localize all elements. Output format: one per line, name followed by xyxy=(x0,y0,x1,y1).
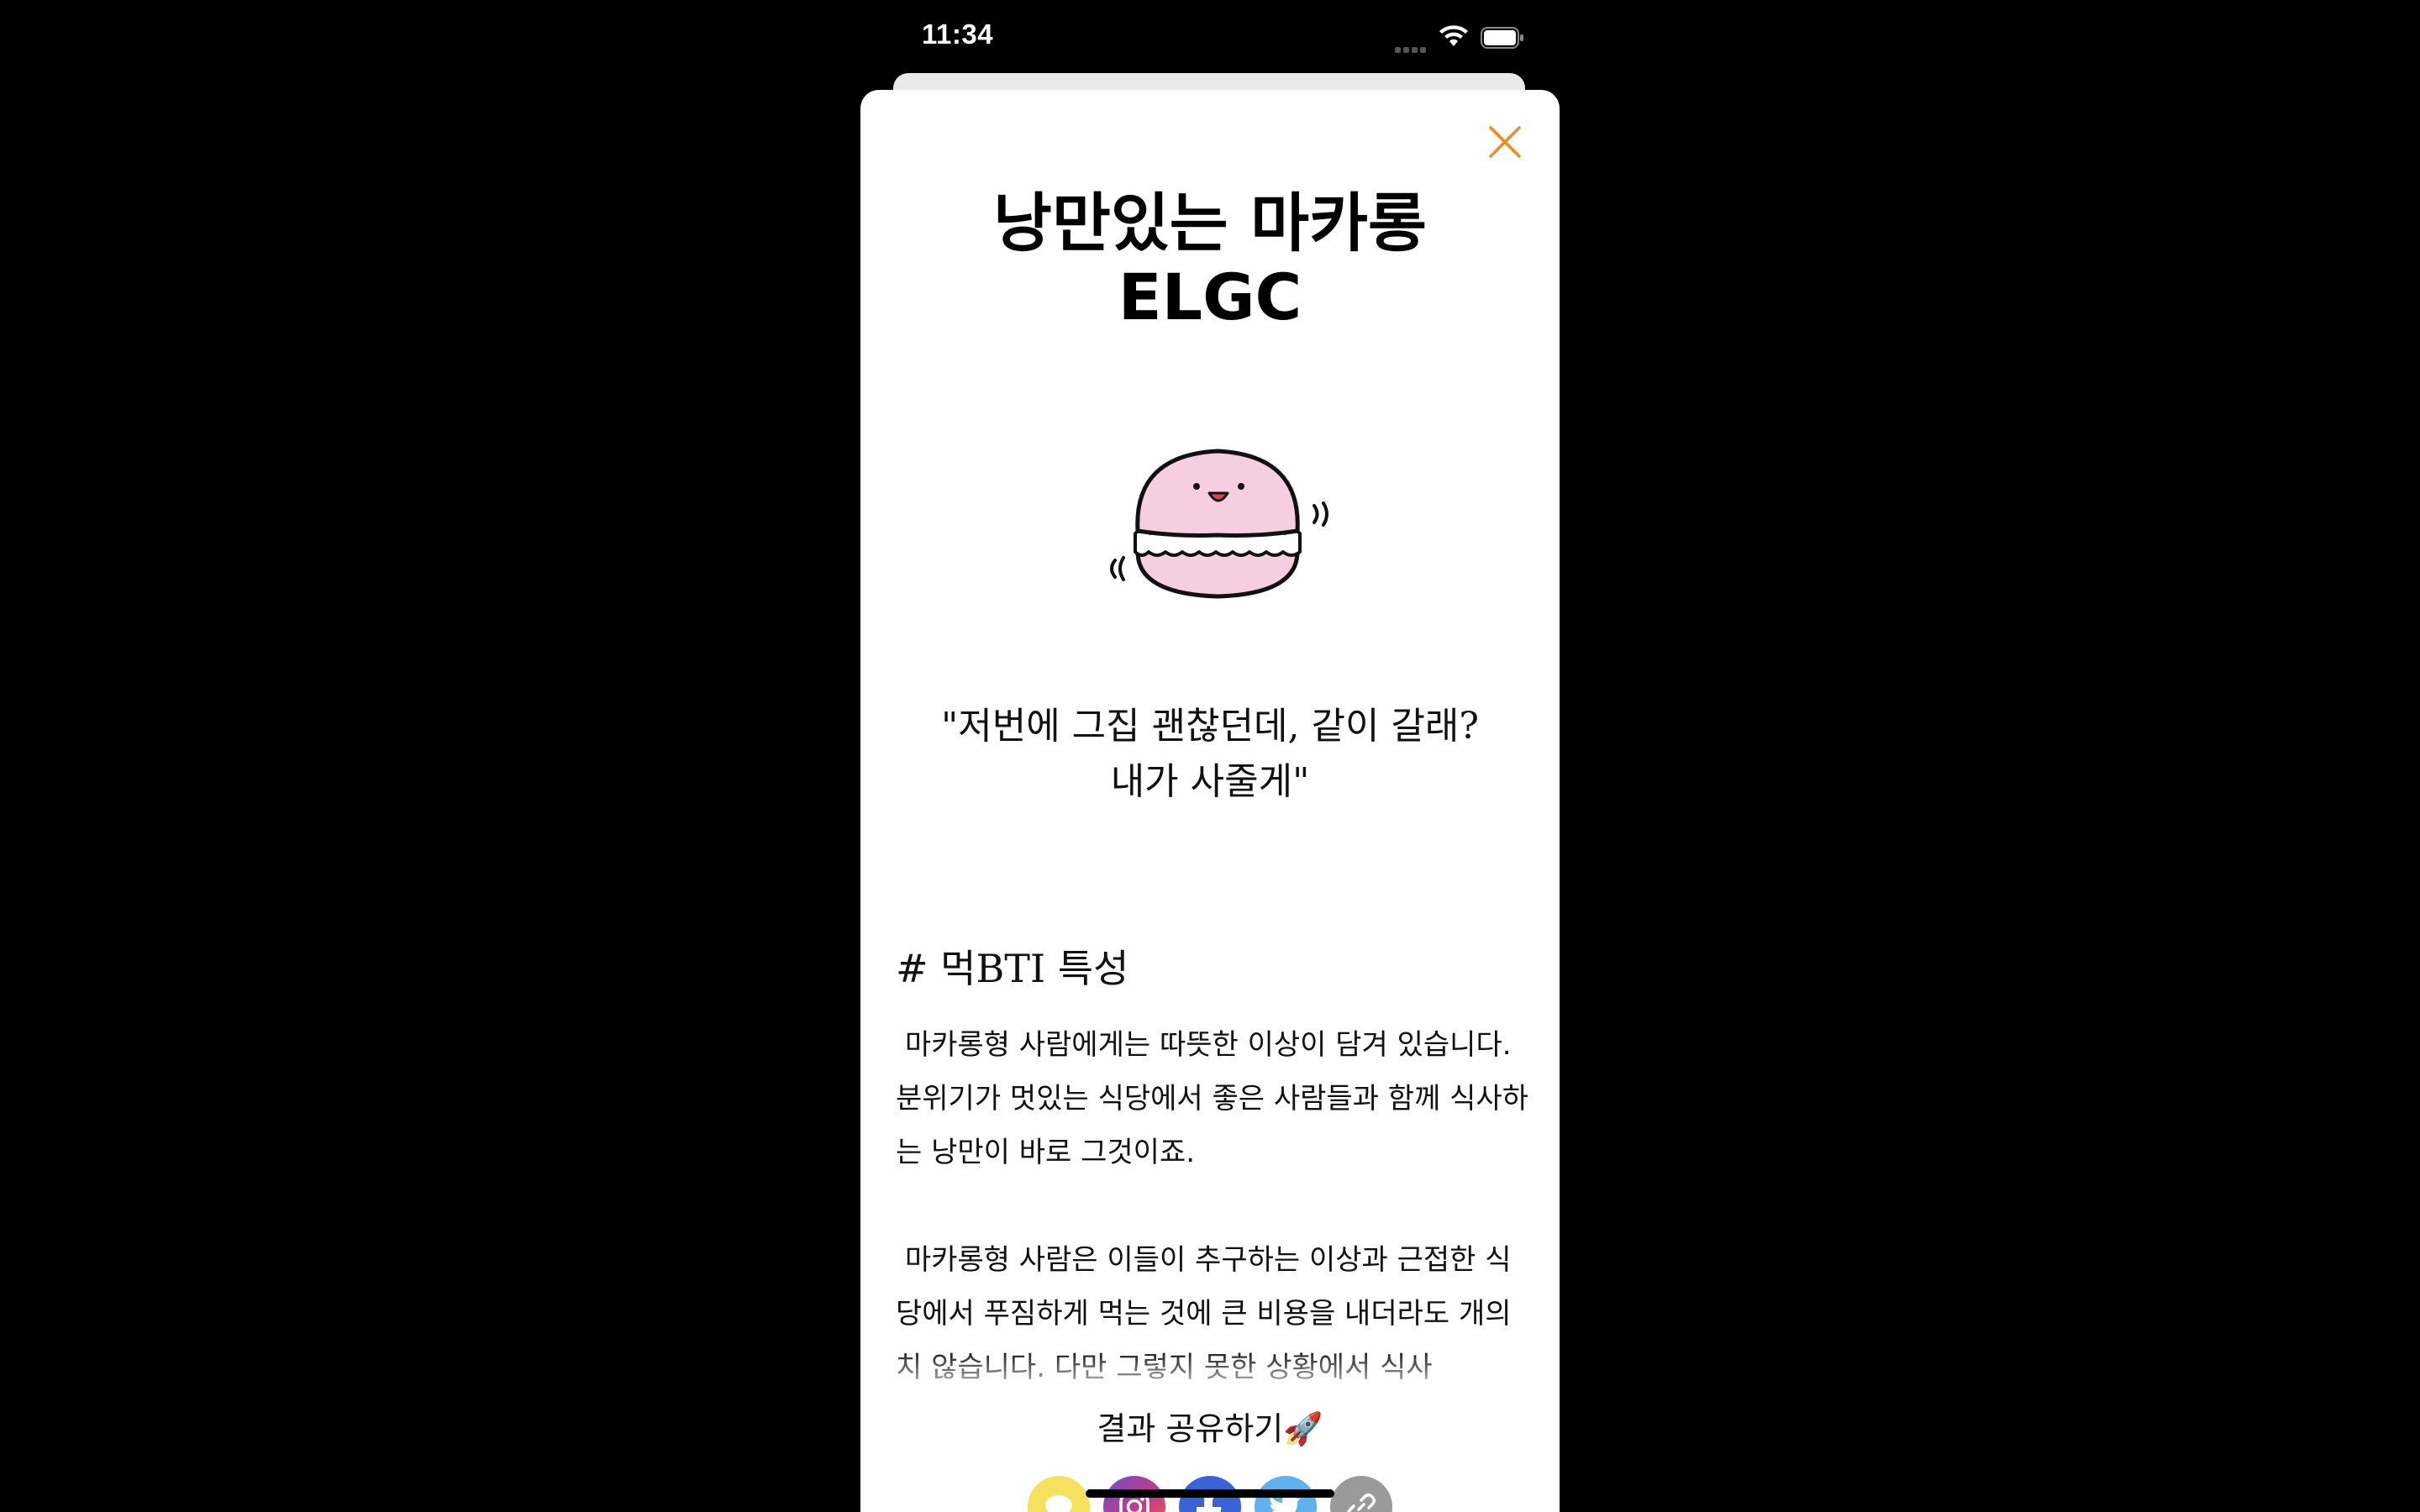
result-title: 낭만있는 마카롱 ELGC xyxy=(860,186,1560,334)
macaron-illustration xyxy=(1110,449,1328,599)
share-label: 결과 공유하기🚀 xyxy=(1097,1410,1323,1447)
result-type-code: ELGC xyxy=(1118,260,1302,334)
traits-paragraph-1: 마카롱형 사람에게는 따뜻한 이상이 담겨 있습니다. 분위기가 멋있는 식당에… xyxy=(896,1028,1529,1169)
copy-link-button[interactable] xyxy=(1330,1476,1392,1512)
home-indicator[interactable] xyxy=(1086,1489,1334,1498)
close-icon[interactable] xyxy=(1482,119,1528,165)
result-title-line1: 낭만있는 마카롱 xyxy=(993,186,1427,260)
wifi-icon xyxy=(1439,25,1468,46)
traits-description: 마카롱형 사람에게는 따뜻한 이상이 담겨 있습니다. 분위기가 멋있는 식당에… xyxy=(896,1018,1534,1394)
kakao-share-button[interactable] xyxy=(1028,1476,1090,1512)
result-modal: 낭만있는 마카롱 ELGC "저번에 그집 괜찮던데, 같이 갈래? 내가 사줄… xyxy=(860,90,1560,1512)
link-icon xyxy=(1347,1494,1376,1512)
quote-line1: "저번에 그집 괜찮던데, 같이 갈래? xyxy=(941,705,1479,748)
scroll-fade xyxy=(860,1350,1560,1400)
status-icons xyxy=(1395,22,1525,55)
chat-bubble-icon xyxy=(1045,1495,1072,1512)
quote-line2: 내가 사줄게" xyxy=(1110,760,1310,803)
battery-icon xyxy=(1481,27,1523,49)
phone-screen: 11:34 낭만있는 마카롱 ELGC "저번에 그집 괜찮던데, 같이 갈래?… xyxy=(0,0,2420,1512)
cellular-signal-icon xyxy=(1395,40,1428,56)
status-time: 11:34 xyxy=(922,18,994,50)
traits-heading: # 먹BTI 특성 xyxy=(896,946,1129,991)
result-quote: "저번에 그집 괜찮던데, 같이 갈래? 내가 사줄게" xyxy=(860,699,1560,810)
